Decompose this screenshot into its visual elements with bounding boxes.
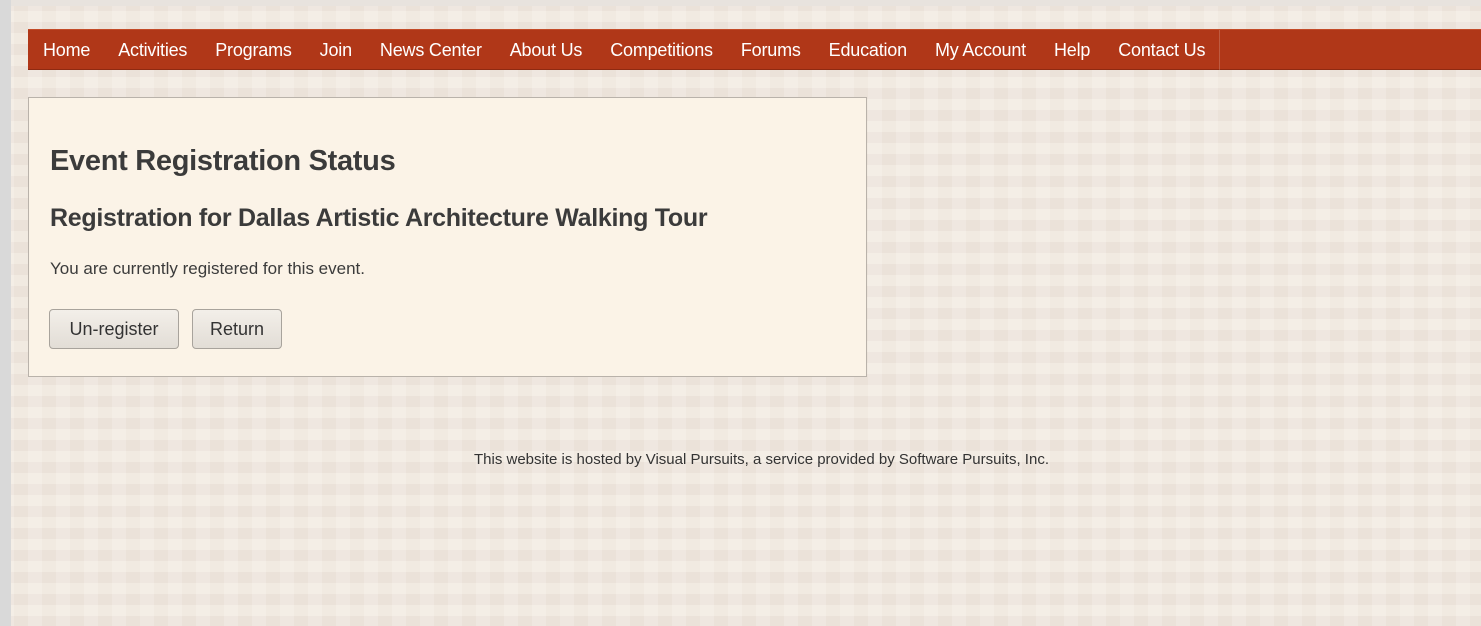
event-registration-heading: Registration for Dallas Artistic Archite… xyxy=(50,204,708,232)
unregister-button[interactable]: Un-register xyxy=(49,309,179,349)
page-top-edge xyxy=(0,0,1481,6)
nav-item-competitions[interactable]: Competitions xyxy=(596,30,727,70)
page-title: Event Registration Status xyxy=(50,145,396,177)
registration-status-panel: Event Registration Status Registration f… xyxy=(28,97,867,377)
nav-item-education[interactable]: Education xyxy=(815,30,921,70)
nav-item-contact-us[interactable]: Contact Us xyxy=(1104,30,1219,70)
return-button[interactable]: Return xyxy=(192,309,282,349)
page-left-edge xyxy=(0,0,11,626)
nav-item-activities[interactable]: Activities xyxy=(104,30,201,70)
nav-item-my-account[interactable]: My Account xyxy=(921,30,1040,70)
nav-item-join[interactable]: Join xyxy=(306,30,366,70)
nav-end-divider xyxy=(1219,29,1221,70)
nav-item-news-center[interactable]: News Center xyxy=(366,30,496,70)
nav-item-home[interactable]: Home xyxy=(28,30,104,70)
main-navigation: Home Activities Programs Join News Cente… xyxy=(28,29,1481,70)
registration-status-message: You are currently registered for this ev… xyxy=(50,259,365,278)
nav-item-help[interactable]: Help xyxy=(1040,30,1104,70)
footer-hosting-notice: This website is hosted by Visual Pursuit… xyxy=(474,451,1049,468)
nav-item-about-us[interactable]: About Us xyxy=(496,30,596,70)
nav-item-programs[interactable]: Programs xyxy=(201,30,305,70)
nav-item-forums[interactable]: Forums xyxy=(727,30,815,70)
